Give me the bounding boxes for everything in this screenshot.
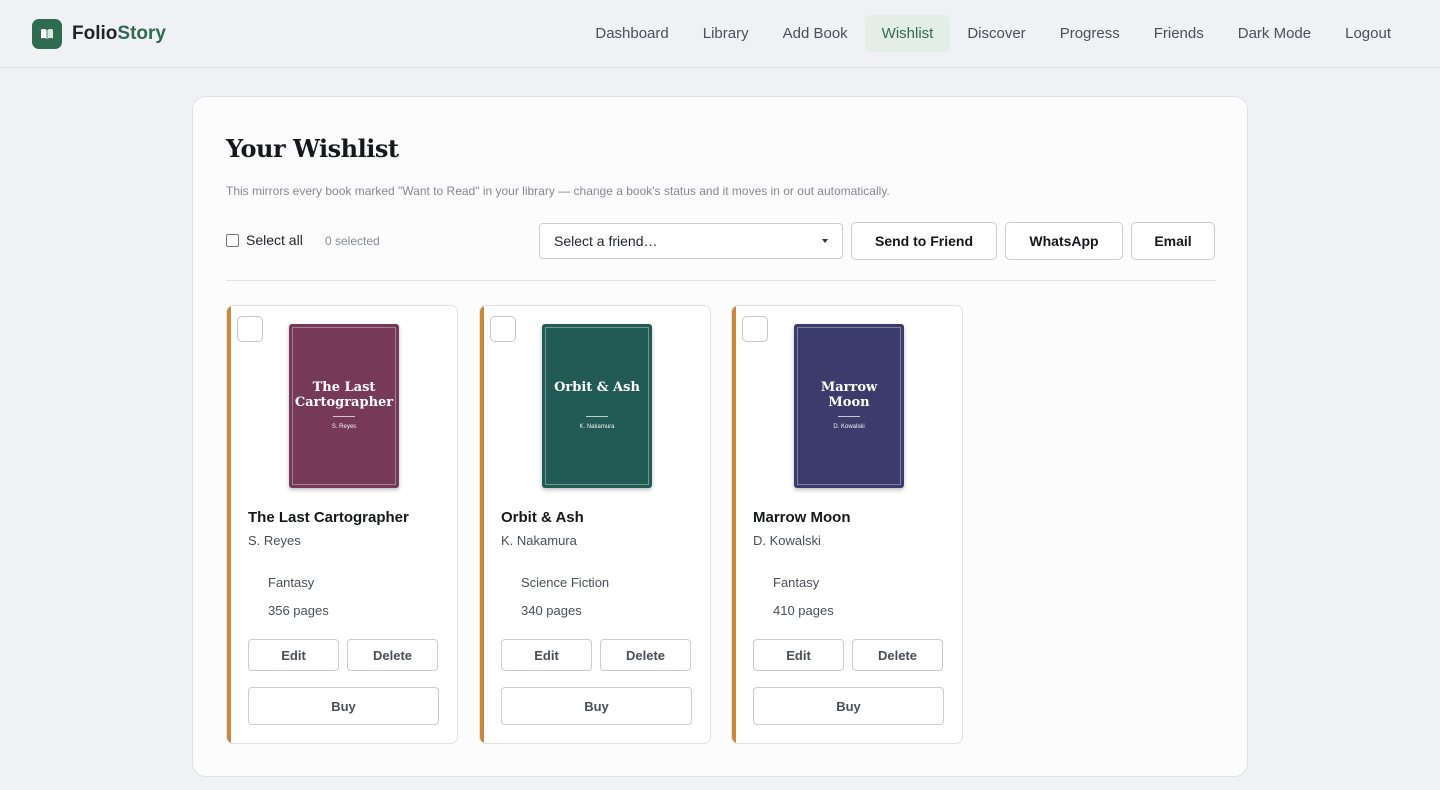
book-genre: Fantasy [268, 575, 315, 590]
nav-wishlist[interactable]: Wishlist [864, 15, 951, 52]
top-navbar: FolioStory Dashboard Library Add Book Wi… [0, 0, 1440, 68]
delete-button[interactable]: Delete [600, 639, 691, 671]
buy-button[interactable]: Buy [501, 687, 692, 725]
whatsapp-button[interactable]: WhatsApp [1005, 222, 1123, 260]
send-to-friend-button[interactable]: Send to Friend [851, 222, 997, 260]
friend-select-value: Select a friend… [554, 233, 658, 249]
select-all-label: Select all [246, 232, 303, 248]
wishlist-toolbar: Select all 0 selected Select a friend… S… [226, 222, 1216, 260]
book-cover[interactable]: The Last Cartographer S. Reyes [289, 324, 399, 488]
status-stripe [227, 306, 231, 743]
book-pages: 410 pages [773, 603, 834, 618]
page-title: Your Wishlist [226, 134, 399, 163]
status-stripe [732, 306, 736, 743]
nav-dashboard[interactable]: Dashboard [578, 15, 685, 52]
book-card: The Last Cartographer S. Reyes The Last … [226, 305, 458, 744]
friend-select[interactable]: Select a friend… [539, 223, 843, 259]
cover-author: K. Nakamura [579, 424, 615, 430]
delete-button[interactable]: Delete [347, 639, 438, 671]
book-genre: Science Fiction [521, 575, 610, 590]
email-button[interactable]: Email [1131, 222, 1215, 260]
select-all[interactable]: Select all [226, 232, 303, 248]
book-cover[interactable]: Orbit & Ash K. Nakamura [542, 324, 652, 488]
nav-add-book[interactable]: Add Book [766, 15, 865, 52]
cover-title: The Last Cartographer [294, 380, 394, 410]
edit-button[interactable]: Edit [501, 639, 592, 671]
book-card: Marrow Moon D. Kowalski Marrow Moon D. K… [731, 305, 963, 744]
book-title: Marrow Moon [753, 509, 851, 526]
book-genre: Fantasy [773, 575, 820, 590]
select-all-checkbox[interactable] [226, 233, 239, 247]
book-select-checkbox[interactable] [490, 316, 516, 342]
chevron-down-icon [822, 239, 828, 243]
edit-button[interactable]: Edit [753, 639, 844, 671]
buy-button[interactable]: Buy [248, 687, 439, 725]
brand-name: FolioStory [72, 23, 166, 45]
page-subtitle: This mirrors every book marked "Want to … [226, 184, 890, 198]
cover-divider [333, 416, 355, 417]
nav-progress[interactable]: Progress [1043, 15, 1137, 52]
nav-logout[interactable]: Logout [1328, 15, 1408, 52]
buy-button[interactable]: Buy [753, 687, 944, 725]
cover-title: Marrow Moon [820, 380, 878, 410]
selected-count: 0 selected [325, 234, 380, 248]
nav-dark-mode[interactable]: Dark Mode [1221, 15, 1328, 52]
cover-title: Orbit & Ash [554, 380, 640, 395]
cover-author: D. Kowalski [833, 424, 865, 430]
nav-friends[interactable]: Friends [1137, 15, 1221, 52]
delete-button[interactable]: Delete [852, 639, 943, 671]
book-pages: 340 pages [521, 603, 582, 618]
cover-frame [545, 327, 649, 485]
main-nav: Dashboard Library Add Book Wishlist Disc… [578, 15, 1408, 52]
wishlist-card: Your Wishlist This mirrors every book ma… [192, 96, 1248, 777]
brand-name-accent: Story [117, 22, 166, 44]
book-cover[interactable]: Marrow Moon D. Kowalski [794, 324, 904, 488]
book-title: The Last Cartographer [248, 509, 409, 526]
book-author: S. Reyes [248, 533, 301, 548]
book-select-checkbox[interactable] [237, 316, 263, 342]
book-card: Orbit & Ash K. Nakamura Orbit & Ash K. N… [479, 305, 711, 744]
book-select-checkbox[interactable] [742, 316, 768, 342]
book-pages: 356 pages [268, 603, 329, 618]
book-author: D. Kowalski [753, 533, 821, 548]
nav-library[interactable]: Library [686, 15, 766, 52]
open-book-icon [32, 18, 62, 49]
cover-divider [586, 416, 608, 417]
book-author: K. Nakamura [501, 533, 577, 548]
brand-name-main: Folio [72, 22, 118, 44]
book-title: Orbit & Ash [501, 509, 584, 526]
brand[interactable]: FolioStory [32, 18, 166, 49]
cover-author: S. Reyes [331, 424, 357, 430]
divider [226, 280, 1216, 281]
edit-button[interactable]: Edit [248, 639, 339, 671]
nav-discover[interactable]: Discover [950, 15, 1042, 52]
cover-divider [838, 416, 860, 417]
status-stripe [480, 306, 484, 743]
